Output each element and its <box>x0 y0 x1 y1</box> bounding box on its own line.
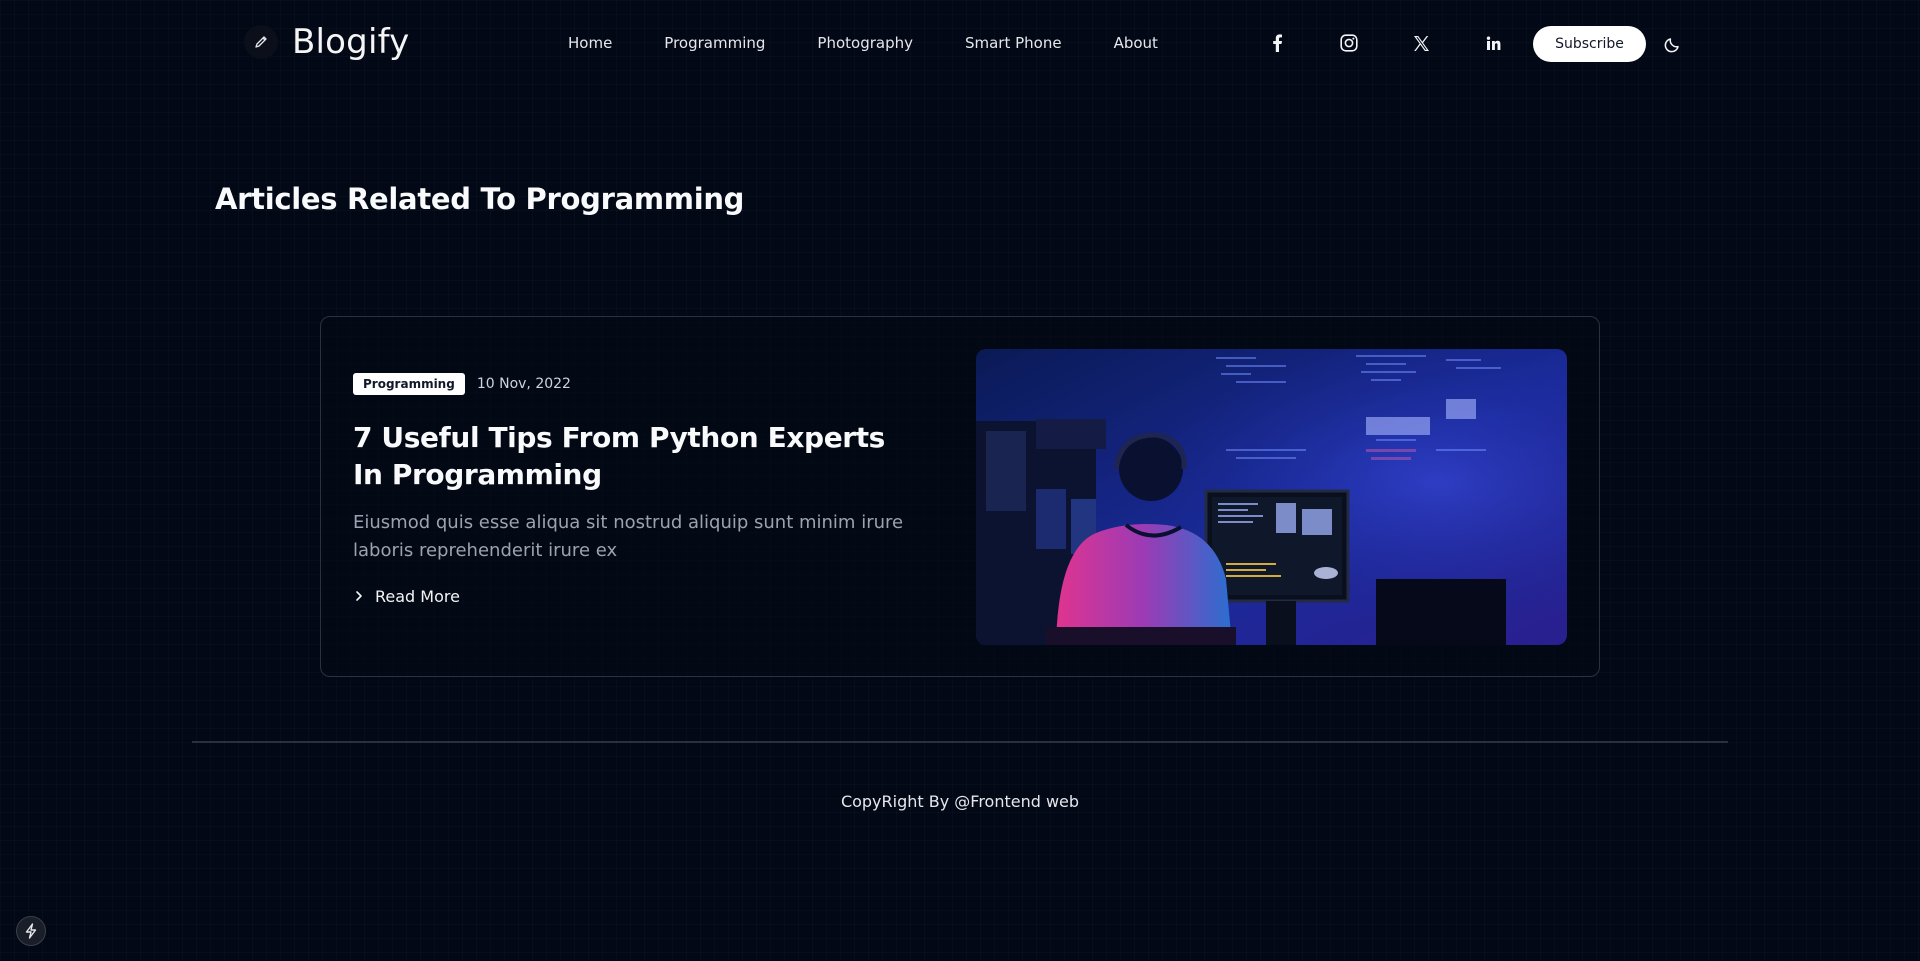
brand-name: Blogify <box>292 22 410 62</box>
moon-icon[interactable] <box>1662 33 1684 55</box>
programmer-at-computer-photo[interactable] <box>976 349 1567 645</box>
copyright-text: CopyRight By @Frontend web <box>840 792 1080 811</box>
instagram-icon[interactable] <box>1336 30 1362 56</box>
article-card: Programming 10 Nov, 2022 7 Useful Tips F… <box>320 316 1600 677</box>
article-title[interactable]: 7 Useful Tips From Python Experts In Pro… <box>353 419 913 493</box>
lightning-icon[interactable] <box>16 916 46 946</box>
pencil-icon <box>244 25 278 59</box>
subscribe-button[interactable]: Subscribe <box>1533 26 1646 62</box>
read-more-label: Read More <box>375 587 460 606</box>
article-meta: Programming 10 Nov, 2022 <box>353 373 571 395</box>
x-icon[interactable] <box>1408 30 1434 56</box>
chevron-right-icon <box>353 587 365 606</box>
facebook-icon[interactable] <box>1264 30 1290 56</box>
main-nav: Home Programming Photography Smart Phone… <box>568 34 1210 52</box>
article-date: 10 Nov, 2022 <box>476 376 571 392</box>
site-header: Blogify Home Programming Photography Sma… <box>0 0 1920 88</box>
page-title: Articles Related To Programming <box>215 182 745 216</box>
article-description: Eiusmod quis esse aliqua sit nostrud ali… <box>353 512 904 561</box>
brand-logo[interactable]: Blogify <box>244 22 410 62</box>
nav-smart-phone[interactable]: Smart Phone <box>965 34 1062 52</box>
footer-divider <box>192 741 1728 743</box>
nav-photography[interactable]: Photography <box>817 34 913 52</box>
social-links <box>1264 30 1552 56</box>
linkedin-icon[interactable] <box>1480 30 1506 56</box>
nav-home[interactable]: Home <box>568 34 612 52</box>
read-more-link[interactable]: Read More <box>353 587 460 606</box>
category-badge[interactable]: Programming <box>353 373 465 395</box>
nav-about[interactable]: About <box>1114 34 1158 52</box>
nav-programming[interactable]: Programming <box>664 34 765 52</box>
